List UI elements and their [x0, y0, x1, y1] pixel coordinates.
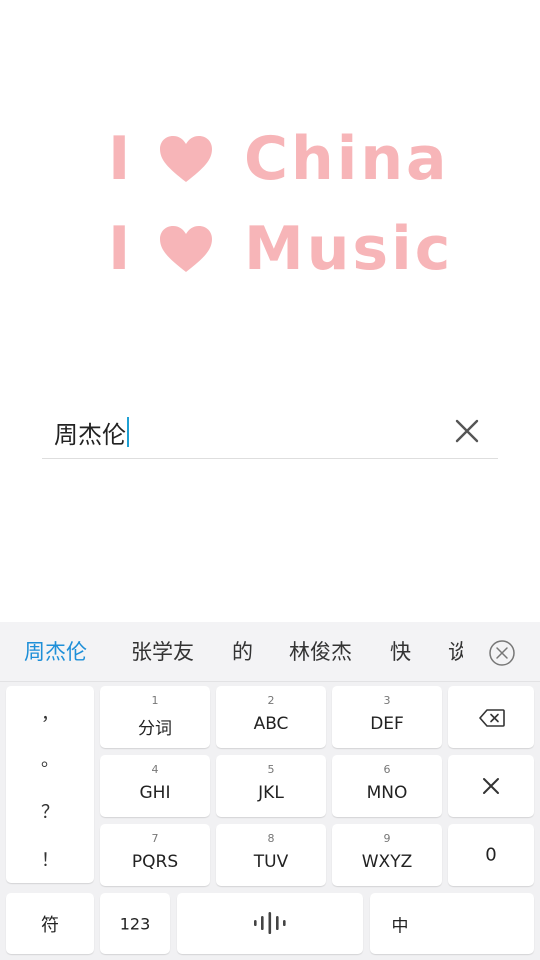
key-label: WXYZ	[361, 852, 413, 872]
symbols-button[interactable]: 符	[6, 893, 94, 954]
hero-i: I	[108, 214, 131, 284]
hero-word-music: Music	[244, 214, 454, 284]
key-2-abc[interactable]: 2 ABC	[216, 686, 326, 748]
punct-question[interactable]: ？	[6, 798, 94, 824]
candidate-item[interactable]: 张学友	[131, 622, 194, 681]
key-label: GHI	[139, 783, 171, 803]
key-number: 3	[383, 694, 391, 707]
clear-input-button[interactable]	[448, 755, 534, 817]
voice-wave-icon	[254, 912, 286, 934]
search-input-text: 周杰伦	[54, 420, 126, 449]
key-8-tuv[interactable]: 8 TUV	[216, 824, 326, 886]
punct-comma[interactable]: ，	[6, 700, 94, 726]
key-0[interactable]: 0	[448, 824, 534, 886]
numbers-button[interactable]: 123	[100, 893, 170, 954]
candidate-list: 周杰伦 张学友 的 林俊杰 快 谈	[0, 622, 463, 681]
key-number: 2	[267, 694, 275, 707]
key-5-jkl[interactable]: 5 JKL	[216, 755, 326, 817]
clear-icon[interactable]	[454, 418, 480, 444]
key-number: 5	[267, 763, 275, 776]
backspace-button[interactable]	[448, 686, 534, 748]
key-number: 9	[383, 832, 391, 845]
search-row: 周杰伦	[42, 404, 498, 459]
key-label: ABC	[253, 714, 289, 734]
key-label: 0	[485, 844, 497, 866]
key-label: 分词	[138, 719, 172, 739]
key-label: TUV	[253, 852, 289, 872]
key-label: 符	[41, 914, 59, 936]
key-number: 7	[151, 832, 159, 845]
punct-exclamation[interactable]: ！	[6, 846, 94, 872]
voice-input-button[interactable]	[177, 893, 363, 954]
key-label: MNO	[366, 783, 408, 803]
key-6-mno[interactable]: 6 MNO	[332, 755, 442, 817]
punctuation-column[interactable]: ， 。 ？ ！	[6, 686, 94, 883]
key-label: 123	[119, 914, 151, 933]
key-4-ghi[interactable]: 4 GHI	[100, 755, 210, 817]
key-label: DEF	[370, 714, 404, 734]
heart-icon	[160, 136, 212, 182]
hero-line-china: I China	[108, 124, 450, 194]
candidate-bar: 周杰伦 张学友 的 林俊杰 快 谈	[0, 622, 540, 682]
heart-icon	[160, 226, 212, 272]
candidate-item[interactable]: 快	[390, 622, 411, 681]
close-candidates-icon[interactable]	[488, 639, 516, 667]
key-1-segment[interactable]: 1 分词	[100, 686, 210, 748]
key-7-pqrs[interactable]: 7 PQRS	[100, 824, 210, 886]
key-number: 8	[267, 832, 275, 845]
key-label: JKL	[258, 783, 284, 803]
backspace-icon	[479, 709, 505, 727]
language-switch-button[interactable]: 中	[370, 893, 534, 954]
candidate-item[interactable]: 谈	[448, 622, 463, 681]
hero-word-china: China	[244, 124, 450, 194]
search-input[interactable]: 周杰伦	[54, 412, 129, 452]
candidate-item[interactable]: 周杰伦	[24, 622, 87, 681]
punct-period[interactable]: 。	[6, 746, 94, 772]
candidate-item[interactable]: 的	[232, 622, 253, 681]
close-icon	[483, 778, 499, 794]
key-number: 4	[151, 763, 159, 776]
text-caret	[127, 417, 129, 447]
hero-banner: I China I Music	[0, 0, 540, 300]
hero-line-music: I Music	[108, 214, 453, 284]
key-3-def[interactable]: 3 DEF	[332, 686, 442, 748]
key-9-wxyz[interactable]: 9 WXYZ	[332, 824, 442, 886]
candidate-item[interactable]: 林俊杰	[289, 622, 352, 681]
key-label: PQRS	[131, 852, 179, 872]
key-number: 6	[383, 763, 391, 776]
hero-i: I	[108, 124, 131, 194]
key-label: 中	[391, 916, 409, 936]
key-number: 1	[151, 694, 159, 707]
